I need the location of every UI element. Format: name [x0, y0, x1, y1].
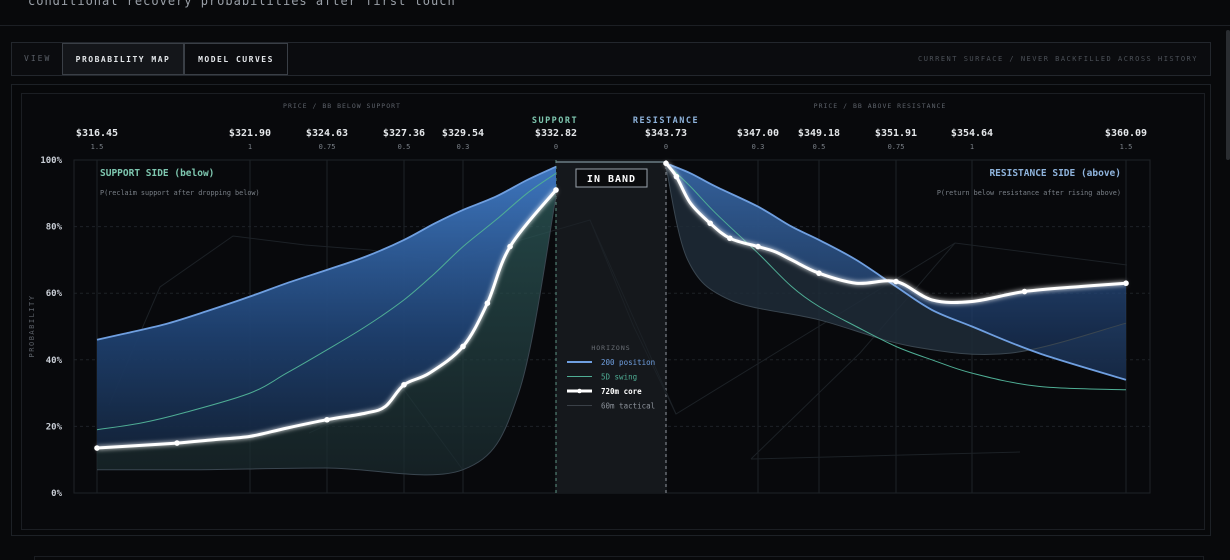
series-720m-point[interactable] [755, 243, 761, 250]
price-tick-label: $316.45 [76, 128, 118, 139]
series-720m-point[interactable] [1021, 288, 1028, 295]
price-tick-label: $349.18 [798, 128, 840, 139]
bb-tick-label: 1.5 [1120, 143, 1133, 151]
y-tick-label: 40% [46, 356, 63, 366]
bb-tick-label: 0.75 [319, 143, 336, 151]
price-tick-label: $327.36 [383, 128, 425, 139]
series-720m-point[interactable] [507, 243, 513, 250]
series-720m-point[interactable] [460, 343, 466, 350]
caption-above-resistance: PRICE / BB ABOVE RESISTANCE [814, 102, 947, 110]
probability-map-chart: 0% 20% 40% 60% 80% 100% PROBABILITY IN BAND PRIC… [28, 102, 1151, 499]
price-tick-label: $343.73 [645, 128, 687, 139]
bb-tick-label: 0 [664, 143, 668, 151]
support-label: SUPPORT [532, 116, 578, 126]
y-tick-label: 100% [40, 156, 62, 166]
y-tick-label: 80% [46, 223, 63, 233]
scrollbar[interactable] [1226, 30, 1230, 160]
bb-tick-label: 0.75 [888, 143, 905, 151]
bb-tick-label: 0.5 [398, 143, 411, 151]
bb-tick-label: 1 [248, 143, 252, 151]
support-side-subtitle: P(reclaim support after dropping below) [100, 189, 260, 197]
price-tick-label: $321.90 [229, 128, 271, 139]
bottom-panel-edge [34, 556, 1204, 560]
price-tick-label: $354.64 [951, 128, 993, 139]
legend-item-label: 5D swing [601, 373, 637, 382]
legend-item-label: 60m tactical [601, 402, 655, 411]
background-trace [750, 451, 1021, 460]
bb-tick-label: 0 [554, 143, 558, 151]
series-720m-point[interactable] [553, 187, 559, 193]
legend-item-label: 200 position [601, 358, 655, 367]
series-720m-point[interactable] [673, 173, 680, 180]
y-axis-label: PROBABILITY [28, 295, 36, 358]
resistance-side-subtitle: P(return below resistance after rising a… [937, 189, 1121, 197]
in-band-label: IN BAND [587, 174, 636, 185]
y-tick-label: 60% [46, 289, 63, 299]
y-tick-label: 20% [46, 422, 63, 432]
bb-tick-label: 0.3 [752, 143, 765, 151]
price-tick-label: $351.91 [875, 128, 917, 139]
price-tick-label: $329.54 [442, 128, 484, 139]
series-720m-point[interactable] [1123, 280, 1129, 287]
resistance-label: RESISTANCE [633, 116, 699, 126]
legend-title: HORIZONS [591, 344, 630, 352]
series-720m-point[interactable] [324, 416, 330, 423]
resistance-side-title: RESISTANCE SIDE (above) [989, 168, 1121, 179]
price-tick-label: $332.82 [535, 128, 577, 139]
series-720m-point[interactable] [94, 445, 100, 451]
series-720m-point[interactable] [401, 381, 407, 388]
y-tick-label: 0% [51, 489, 62, 499]
caption-below-support: PRICE / BB BELOW SUPPORT [283, 102, 401, 110]
series-720m-point[interactable] [816, 270, 822, 277]
series-720m-point[interactable] [174, 440, 180, 446]
legend-swatch-dot [577, 388, 582, 394]
bb-tick-label: 1 [970, 143, 974, 151]
price-tick-label: $360.09 [1105, 128, 1147, 139]
series-720m-point[interactable] [727, 235, 733, 242]
price-tick-label: $347.00 [737, 128, 779, 139]
support-side-title: SUPPORT SIDE (below) [100, 168, 214, 179]
legend-item-label: 720m core [601, 387, 642, 396]
series-720m-point[interactable] [663, 160, 669, 167]
series-720m-point[interactable] [484, 300, 491, 306]
bb-tick-label: 0.5 [813, 143, 826, 151]
bb-tick-label: 1.5 [91, 143, 104, 151]
in-band-zone [556, 160, 666, 493]
price-tick-label: $324.63 [306, 128, 348, 139]
series-720m-point[interactable] [707, 220, 713, 227]
bb-tick-label: 0.3 [457, 143, 470, 151]
series-720m-point[interactable] [893, 278, 899, 285]
